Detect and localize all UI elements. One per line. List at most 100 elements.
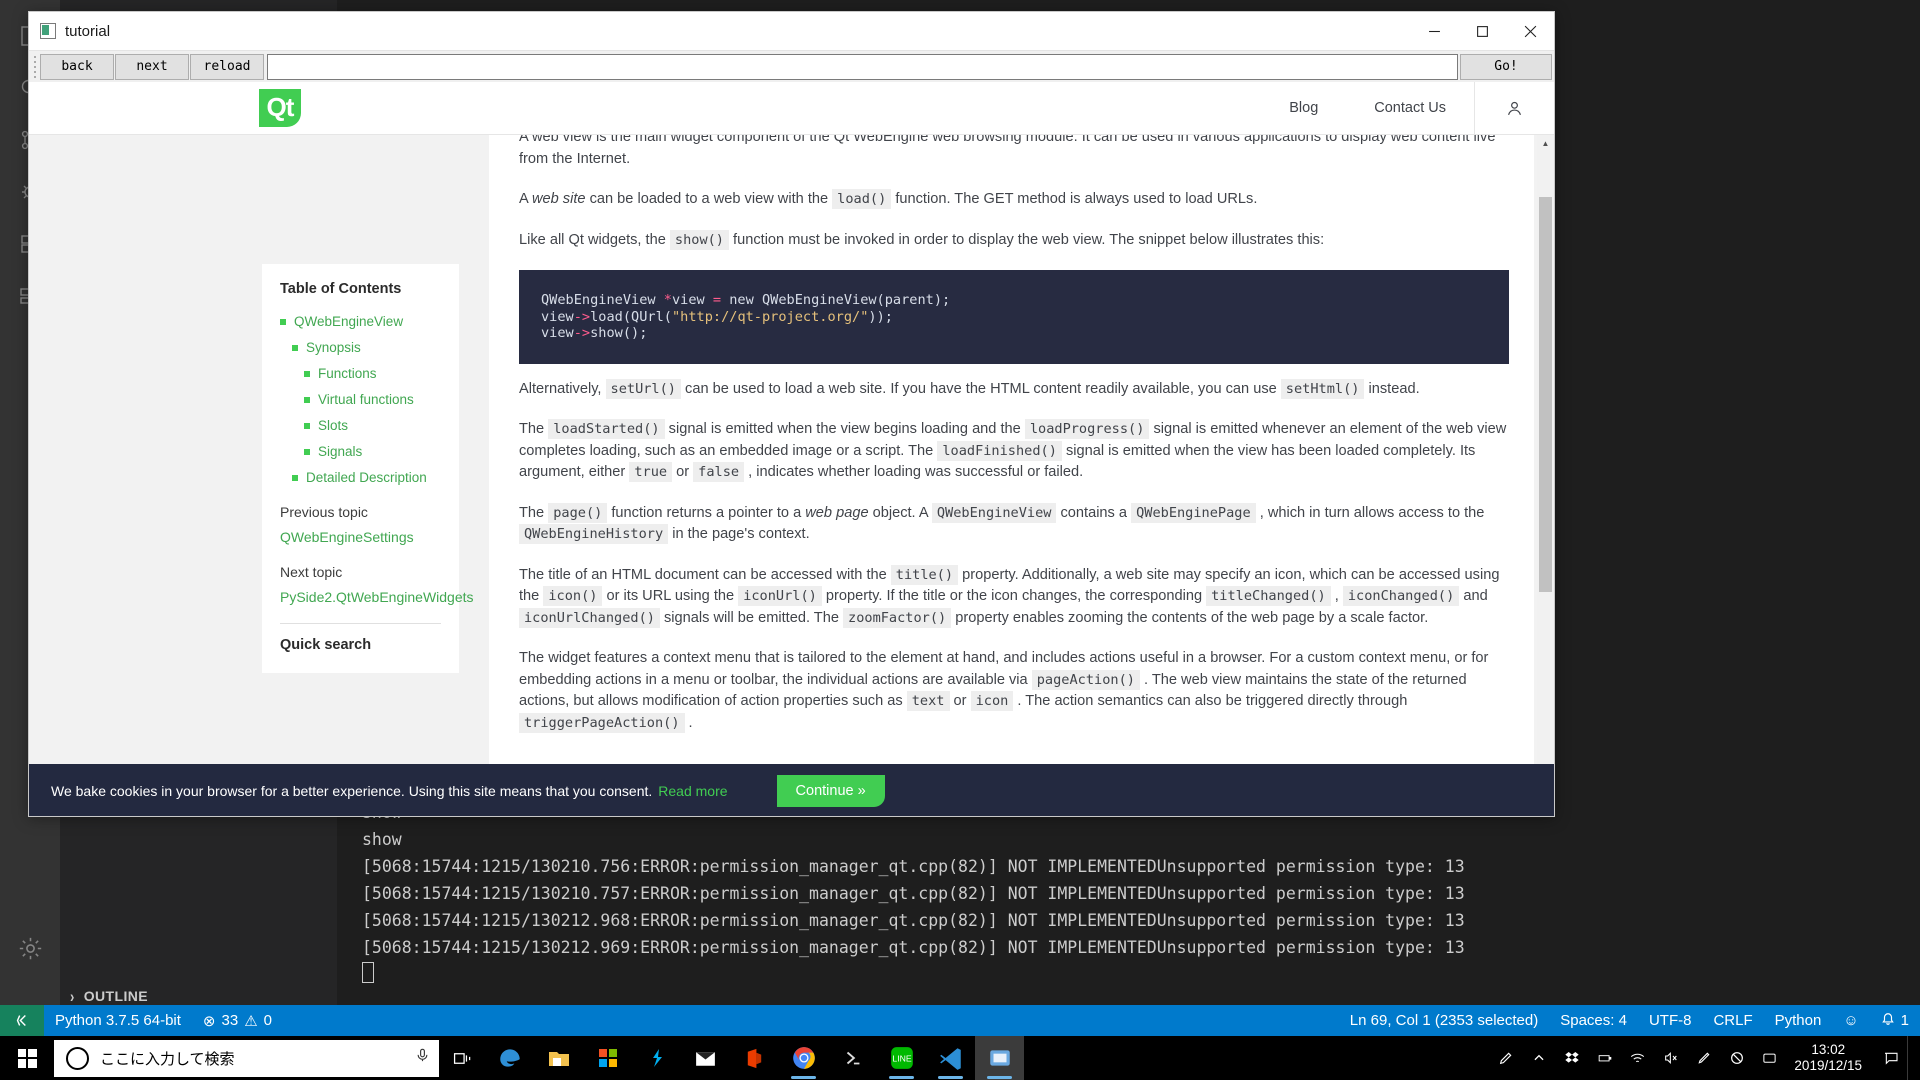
nav-link-blog[interactable]: Blog — [1261, 82, 1346, 134]
status-notifications[interactable]: 1 — [1870, 1005, 1920, 1036]
taskbar-app-vscode[interactable] — [926, 1036, 975, 1080]
status-language-mode[interactable]: Python — [1764, 1005, 1833, 1036]
taskbar-app-chrome[interactable] — [779, 1036, 828, 1080]
volume-mute-icon[interactable] — [1654, 1036, 1687, 1080]
search-circle-icon — [66, 1046, 89, 1070]
taskbar-clock[interactable]: 13:02 2019/12/15 — [1786, 1042, 1874, 1074]
wifi-icon[interactable] — [1621, 1036, 1654, 1080]
terminal-cursor-line — [362, 961, 1920, 988]
window-title-bar[interactable]: tutorial — [29, 12, 1554, 50]
toc-item-link[interactable]: Slots — [318, 417, 348, 434]
inline-code: page() — [548, 502, 608, 523]
task-view-icon[interactable] — [439, 1036, 485, 1080]
code-token: )); — [868, 308, 893, 325]
maximize-button[interactable] — [1458, 12, 1506, 50]
page-scrollbar[interactable]: ▲ ▼ — [1537, 135, 1554, 816]
doc-main-content: A web view is the main widget component … — [489, 135, 1534, 816]
remote-window-icon[interactable] — [0, 1005, 44, 1036]
pen-icon[interactable] — [1489, 1036, 1522, 1080]
inline-code: pageAction() — [1031, 669, 1140, 690]
doc-paragraphs-before-code: A web view is the main widget component … — [519, 135, 1509, 251]
qt-logo-icon[interactable]: Qt — [259, 89, 301, 127]
paragraph-text: The — [519, 504, 549, 521]
taskbar-app-mail[interactable] — [681, 1036, 730, 1080]
taskbar-app-line[interactable]: LINE — [877, 1036, 926, 1080]
close-button[interactable] — [1506, 12, 1554, 50]
taskbar-search-input[interactable]: ここに入力して検索 — [54, 1039, 439, 1077]
toc-item[interactable]: Slots — [280, 417, 441, 434]
terminal-line: show — [362, 826, 1920, 853]
next-button[interactable]: next — [115, 53, 189, 80]
action-block-icon[interactable] — [1720, 1036, 1753, 1080]
pen-input-icon[interactable] — [1687, 1036, 1720, 1080]
cookie-read-more-link[interactable]: Read more — [658, 783, 727, 799]
clock-time: 13:02 — [1811, 1042, 1846, 1057]
user-icon[interactable] — [1474, 82, 1554, 134]
inline-code: triggerPageAction() — [519, 712, 685, 733]
cookie-continue-button[interactable]: Continue » — [776, 775, 885, 807]
feedback-smiley-icon[interactable]: ☺ — [1832, 1005, 1869, 1036]
dropbox-icon[interactable] — [1555, 1036, 1588, 1080]
taskbar-app-powershell[interactable] — [828, 1036, 877, 1080]
toc-item-link[interactable]: Detailed Description — [306, 469, 427, 486]
inline-code: QWebEngineHistory — [519, 524, 669, 544]
toolbar-drag-handle[interactable] — [31, 54, 40, 80]
toc-item[interactable]: Signals — [280, 443, 441, 460]
browser-toolbar: back next reload Go! — [29, 50, 1554, 82]
toc-item[interactable]: Functions — [280, 365, 441, 382]
show-desktop-button[interactable] — [1907, 1036, 1916, 1080]
go-button[interactable]: Go! — [1460, 53, 1552, 80]
toc-bullet-icon — [292, 475, 298, 481]
battery-icon[interactable] — [1588, 1036, 1621, 1080]
terminal-token: [5068:15744:1215/130212.968:ERROR:permis… — [362, 911, 1465, 930]
scrollbar-thumb[interactable] — [1539, 197, 1552, 592]
next-topic-link[interactable]: PySide2.QtWebEngineWidgets — [280, 588, 474, 606]
terminal-token: show — [362, 830, 402, 849]
code-token: = — [712, 292, 722, 308]
nav-link-contact-us[interactable]: Contact Us — [1346, 82, 1474, 134]
paragraph-text: , which in turn allows access to the — [1255, 504, 1485, 521]
paragraph-text: function must be invoked in order to dis… — [729, 231, 1325, 248]
taskbar-app-office[interactable] — [730, 1036, 779, 1080]
show-hidden-icons-icon[interactable] — [1522, 1036, 1555, 1080]
toc-item[interactable]: QWebEngineView — [280, 313, 441, 330]
toc-item-link[interactable]: Virtual functions — [318, 391, 414, 408]
microphone-icon[interactable] — [415, 1047, 430, 1069]
status-indentation[interactable]: Spaces: 4 — [1549, 1005, 1638, 1036]
status-cursor-position[interactable]: Ln 69, Col 1 (2353 selected) — [1339, 1005, 1549, 1036]
windows-start-icon[interactable] — [0, 1036, 54, 1080]
status-eol[interactable]: CRLF — [1702, 1005, 1763, 1036]
doc-paragraph: The page() function returns a pointer to… — [519, 502, 1509, 546]
terminal-token: [5068:15744:1215/130212.969:ERROR:permis… — [362, 938, 1465, 957]
documentation-body: Table of Contents QWebEngineView Synopsis… — [29, 135, 1554, 816]
settings-gear-icon[interactable] — [6, 922, 54, 974]
back-button[interactable]: back — [40, 53, 114, 80]
previous-topic-link[interactable]: QWebEngineSettings — [280, 528, 441, 546]
status-encoding[interactable]: UTF-8 — [1638, 1005, 1703, 1036]
inline-code: loadStarted() — [548, 419, 665, 439]
toc-item-link[interactable]: QWebEngineView — [294, 313, 403, 330]
toc-item-link[interactable]: Synopsis — [306, 339, 361, 356]
terminal-token: [5068:15744:1215/130210.757:ERROR:permis… — [362, 884, 1465, 903]
toc-item[interactable]: Virtual functions — [280, 391, 441, 408]
taskbar-app-file-explorer[interactable] — [534, 1036, 583, 1080]
taskbar-app-microsoft-store[interactable] — [583, 1036, 632, 1080]
toc-item-link[interactable]: Functions — [318, 365, 377, 382]
url-input[interactable] — [267, 53, 1458, 80]
toc-title: Table of Contents — [280, 281, 402, 297]
tablet-mode-icon[interactable] — [1753, 1036, 1786, 1080]
scroll-up-arrow[interactable]: ▲ — [1537, 135, 1554, 152]
notifications-icon[interactable] — [1874, 1036, 1907, 1080]
taskbar-app-python[interactable] — [975, 1036, 1024, 1080]
inline-code: icon — [970, 691, 1014, 711]
taskbar-app-edge[interactable] — [485, 1036, 534, 1080]
taskbar-app-skype[interactable] — [632, 1036, 681, 1080]
status-interpreter[interactable]: Python 3.7.5 64-bit — [44, 1005, 192, 1036]
toc-item-link[interactable]: Signals — [318, 443, 362, 460]
toc-bullet-icon — [304, 449, 310, 455]
status-problems[interactable]: ⊗ 33 ⚠ 0 — [192, 1005, 283, 1036]
reload-button[interactable]: reload — [190, 53, 264, 80]
minimize-button[interactable] — [1410, 12, 1458, 50]
toc-item[interactable]: Detailed Description — [280, 469, 441, 486]
toc-item[interactable]: Synopsis — [280, 339, 441, 356]
